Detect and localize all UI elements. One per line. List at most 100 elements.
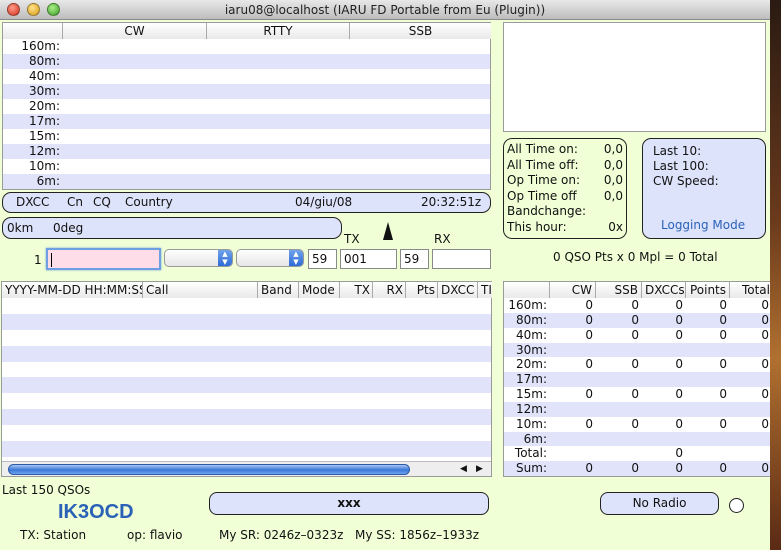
band-select[interactable]: ▲ ▼: [164, 249, 233, 267]
callsign-input[interactable]: [46, 248, 161, 270]
message-button-label: xxx: [337, 496, 361, 510]
band-grid-row[interactable]: 12m:: [3, 144, 490, 159]
serial-rcvd-input[interactable]: [432, 249, 491, 269]
title-bar[interactable]: iaru08@localhost (IARU FD Portable from …: [0, 0, 770, 20]
info-text-area[interactable]: [503, 22, 766, 132]
bearing-arrow-icon: [383, 222, 393, 240]
time-row-value: 0,0: [603, 157, 623, 172]
scroll-right-arrow-icon[interactable]: ▶: [476, 462, 483, 477]
time-row: Op Time on: 0,0: [507, 173, 623, 189]
score-summary: 0 QSO Pts x 0 Mpl = 0 Total: [553, 250, 718, 264]
band-grid-row[interactable]: 10m:: [3, 159, 490, 174]
log-header-dxcc[interactable]: DXCC: [438, 282, 478, 298]
log-header-mode[interactable]: Mode: [299, 282, 340, 298]
band-grid-header-rtty[interactable]: RTTY: [207, 23, 350, 39]
band-stats-table[interactable]: CW SSB DXCCs Points Total 160m: 0 0 0 0 0 80m:…: [503, 281, 770, 477]
date-label: 04/giu/08: [295, 195, 353, 209]
band-label: 30m:: [28, 84, 60, 98]
stats-cell: 0: [761, 312, 769, 327]
time-row-label: Op Time on:: [507, 173, 581, 187]
tx-label: TX: [344, 232, 360, 246]
stats-cell: 0: [675, 312, 683, 327]
log-empty-row[interactable]: [2, 345, 491, 362]
serial-sent-input[interactable]: 001: [340, 249, 397, 269]
dxcc-label: DXCC: [16, 195, 50, 209]
band-grid-row[interactable]: 15m:: [3, 129, 490, 144]
band-grid-row[interactable]: 17m:: [3, 114, 490, 129]
close-button[interactable]: [7, 3, 20, 16]
stats-header-points[interactable]: Points: [686, 282, 730, 298]
stats-row: 40m: 0 0 0 0 0: [504, 327, 770, 343]
log-empty-row[interactable]: [2, 361, 491, 378]
last-qsos-label: Last 150 QSOs: [2, 483, 91, 497]
stats-row: 160m: 0 0 0 0 0: [504, 298, 770, 313]
log-header-tx[interactable]: TX: [340, 282, 373, 298]
log-empty-row[interactable]: [2, 425, 491, 442]
log-horizontal-scrollbar[interactable]: ◀ ▶: [2, 461, 491, 476]
scroll-left-arrow-icon[interactable]: ◀: [460, 462, 467, 477]
log-header-band[interactable]: Band: [258, 282, 299, 298]
band-grid-header-ssb[interactable]: SSB: [350, 23, 491, 39]
time-row: This hour: 0x: [507, 220, 623, 236]
log-header-pts[interactable]: Pts: [406, 282, 438, 298]
operator-label: op: flavio: [127, 528, 183, 542]
time-row-value: 0,0: [603, 142, 623, 156]
log-scroll-thumb[interactable]: [8, 464, 410, 475]
band-grid-row[interactable]: 160m:: [3, 39, 490, 54]
stats-cell: 0: [761, 461, 769, 476]
band-label: 17m:: [28, 114, 60, 128]
log-header-ti[interactable]: TI: [478, 282, 492, 298]
band-grid-row[interactable]: 80m:: [3, 54, 490, 69]
time-row: All Time off: 0,0: [507, 158, 623, 174]
band-grid-row[interactable]: 40m:: [3, 69, 490, 84]
minimize-button[interactable]: [27, 3, 40, 16]
band-grid-row[interactable]: 20m:: [3, 99, 490, 114]
stats-cell: 0: [719, 327, 727, 342]
rate-panel: Last 10: Last 100: CW Speed: Logging Mod…: [642, 138, 766, 239]
log-header-call[interactable]: Call: [143, 282, 258, 298]
time-row-label: This hour:: [507, 219, 567, 234]
stats-band-label: 80m:: [515, 312, 547, 327]
mode-select[interactable]: ▲ ▼: [236, 249, 304, 267]
band-grid-corner: [3, 23, 63, 39]
stats-row: 17m:: [504, 372, 770, 387]
stats-cell: 0: [585, 357, 593, 372]
radio-button[interactable]: No Radio: [600, 492, 719, 515]
log-empty-row[interactable]: [2, 313, 491, 330]
bearing-label: 0deg: [53, 221, 84, 235]
log-empty-row[interactable]: [2, 393, 491, 410]
band-grid-row[interactable]: 6m:: [3, 174, 490, 189]
log-empty-row[interactable]: [2, 298, 491, 314]
time-row-label: Op Time off: [507, 188, 577, 203]
stats-cell: 0: [585, 416, 593, 431]
log-empty-row[interactable]: [2, 409, 491, 426]
last100-label: Last 100:: [653, 159, 709, 173]
stats-row: 80m: 0 0 0 0 0: [504, 312, 770, 328]
tx-station-label: TX: Station: [20, 528, 87, 542]
log-header-rx[interactable]: RX: [373, 282, 406, 298]
log-empty-row[interactable]: [2, 441, 491, 457]
qso-log-table[interactable]: YYYY-MM-DD HH:MM:SS Call Band Mode TX RX…: [1, 281, 492, 477]
stats-cell: 0: [675, 387, 683, 401]
rst-sent-input[interactable]: 59: [308, 249, 337, 269]
station-callsign: IK3OCD: [58, 501, 134, 523]
stats-header-total[interactable]: Total: [730, 282, 770, 298]
radio-status-indicator: [729, 498, 744, 513]
stats-header-cw[interactable]: CW: [550, 282, 596, 298]
distance-bar: 0km 0deg: [2, 217, 342, 239]
stats-cell: 0: [631, 461, 639, 476]
rst-rcvd-input[interactable]: 59: [400, 249, 429, 269]
message-button[interactable]: xxx: [209, 492, 489, 515]
log-empty-row[interactable]: [2, 329, 491, 346]
band-grid-header-cw[interactable]: CW: [63, 23, 207, 39]
stats-header-ssb[interactable]: SSB: [596, 282, 642, 298]
band-grid[interactable]: CW RTTY SSB 160m: 80m: 40m: 30m: 20m: 17m: 15m…: [2, 22, 491, 190]
zoom-button[interactable]: [47, 3, 60, 16]
log-rows: [2, 298, 491, 458]
band-grid-row[interactable]: 30m:: [3, 84, 490, 99]
stats-header-dxccs[interactable]: DXCCs: [642, 282, 686, 298]
stats-cell: 0: [631, 416, 639, 431]
stats-cell: 0: [719, 312, 727, 327]
log-header-datetime[interactable]: YYYY-MM-DD HH:MM:SS: [2, 282, 143, 298]
log-empty-row[interactable]: [2, 377, 491, 394]
